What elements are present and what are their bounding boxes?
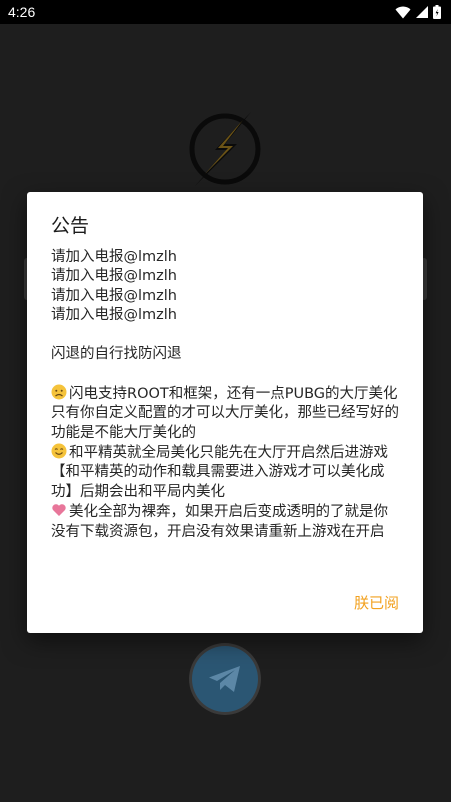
dialog-title: 公告 bbox=[51, 215, 90, 237]
announcement-dialog: 公告 请加入电报@lmzlh 请加入电报@lmzlh 请加入电报@lmzlh 请… bbox=[27, 192, 423, 633]
paragraph-text: 和平精英就全局美化只能先在大厅开启然后进游戏 bbox=[69, 445, 388, 462]
paragraph-text: 闪电支持ROOT和框架，还有一点PUBG的大厅美化只有你自定义配置的才可以大厅美… bbox=[51, 385, 399, 441]
paragraph-resource-pack: 美化全部为裸奔，如果开启后变成透明的了就是你没有下载资源包，开启没有效果请重新上… bbox=[51, 502, 399, 542]
status-time: 4:26 bbox=[8, 4, 36, 20]
pink-heart-emoji bbox=[52, 504, 66, 517]
telegram-line: 请加入电报@lmzlh bbox=[51, 307, 177, 324]
lightning-logo-icon bbox=[189, 112, 261, 186]
telegram-button[interactable] bbox=[192, 646, 258, 712]
paragraph-text: 美化全部为裸奔，如果开启后变成透明的了就是你没有下载资源包，开启没有效果请重新上… bbox=[51, 504, 388, 540]
status-icons bbox=[395, 5, 441, 19]
signal-icon bbox=[416, 6, 428, 18]
telegram-line: 请加入电报@lmzlh bbox=[51, 249, 177, 265]
dialog-message: 请加入电报@lmzlh 请加入电报@lmzlh 请加入电报@lmzlh 请加入电… bbox=[51, 248, 399, 542]
wifi-icon bbox=[395, 6, 411, 18]
paragraph-actions-vehicles: 【和平精英的动作和载具需要进入游戏才可以美化成功】后期会出和平局内美化 bbox=[51, 464, 385, 500]
paragraph-global-beautify: 和平精英就全局美化只能先在大厅开启然后进游戏 bbox=[51, 443, 399, 463]
crash-note: 闪退的自行找防闪退 bbox=[51, 346, 182, 363]
telegram-line: 请加入电报@lmzlh bbox=[51, 268, 177, 285]
frowning-face-emoji bbox=[51, 384, 67, 400]
telegram-icon bbox=[209, 666, 240, 692]
battery-icon bbox=[433, 5, 441, 19]
telegram-line: 请加入电报@lmzlh bbox=[51, 287, 177, 304]
hugging-face-emoji bbox=[51, 443, 67, 459]
paragraph-root-support: 闪电支持ROOT和框架，还有一点PUBG的大厅美化只有你自定义配置的才可以大厅美… bbox=[51, 384, 399, 443]
confirm-read-button[interactable]: 朕已阅 bbox=[354, 592, 399, 613]
status-bar: 4:26 bbox=[0, 0, 451, 24]
